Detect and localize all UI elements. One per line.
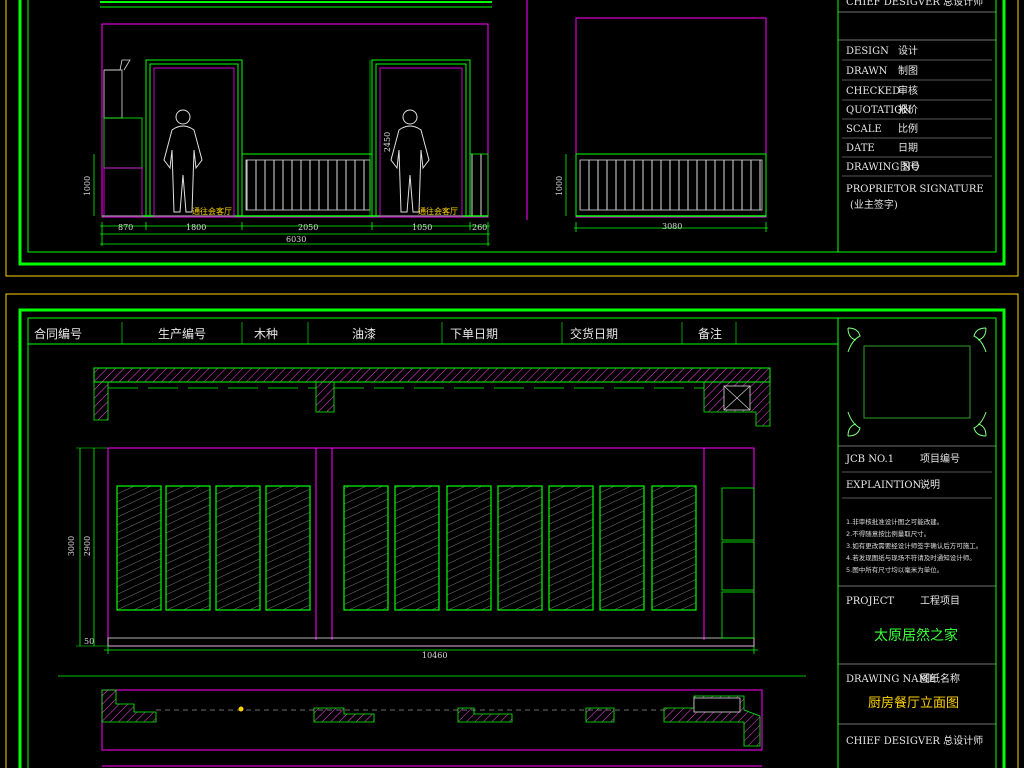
proprietor-signature-label: PROPRIETOR SIGNATURE [846,184,984,195]
header-wood-type: 木种 [254,327,279,341]
dim-2050: 2050 [298,223,319,232]
dim-1800: 1800 [186,223,207,232]
project-label: PROJECT [846,596,895,607]
project-cn-label: 工程项目 [920,596,960,607]
date-label: DATE [846,143,875,154]
chief-designer-label: CHIEF DESIGVER 总设计师 [846,0,984,8]
human-figure-icon [163,109,203,213]
explanation-label: EXPLAINTION [846,480,922,491]
dim-3080: 3080 [662,222,683,231]
dim-870: 870 [118,223,134,232]
header-production-no: 生产编号 [158,327,207,341]
dim-1050: 1050 [412,223,433,232]
note-3: 3.如有更改需要经设计师签字确认后方可施工。 [846,542,983,550]
dim-260: 260 [472,223,488,232]
door-label-right: 通往会客厅 [418,207,458,216]
human-figure-icon [390,109,430,213]
dim-2900: 2900 [83,535,93,557]
header-order-date: 下单日期 [450,327,499,341]
drawing-name-cn-label: 图纸名称 [920,674,960,685]
project-name: 太原居然之家 [874,628,958,644]
drawing-no-cn-label: 图号 [900,162,920,173]
checked-cn-label: 审核 [898,86,918,97]
door-label-left: 通往会客厅 [192,207,232,216]
design-label: DESIGN [846,46,889,57]
dim-10460: 10460 [422,651,448,660]
top-sheet [5,0,1019,277]
note-4: 4.若发现图纸与现场不符请及时通知设计师。 [846,554,976,562]
drawn-cn-label: 制图 [898,66,918,77]
note-5: 5.图中所有尺寸均以毫米为单位。 [846,566,944,574]
explanation-cn-label: 说明 [920,480,940,491]
note-1: 1.非审核批准设计图之可能改建。 [846,518,944,526]
dim-50: 50 [84,637,95,646]
job-no-cn-label: 项目编号 [920,454,960,465]
dim-1000-b: 1000 [555,175,565,197]
header-contract-no: 合同编号 [34,327,83,341]
date-cn-label: 日期 [898,143,918,154]
dim-2450: 2450 [383,131,393,153]
dim-6030: 6030 [286,235,307,244]
dim-1000: 1000 [83,175,93,197]
drawing-title: 厨房餐厅立面图 [868,696,960,711]
header-delivery-date: 交货日期 [570,327,619,341]
cabinet-panels [116,485,697,611]
proprietor-signature-cn-label: (业主签字) [850,200,898,211]
design-cn-label: 设计 [898,46,918,57]
scale-cn-label: 比例 [898,124,918,135]
quotation-cn-label: 报价 [898,105,918,116]
chief-designer-bottom-label: CHIEF DESIGVER 总设计师 [846,736,984,747]
scale-label: SCALE [846,124,882,135]
ornament-frame-icon [847,327,987,437]
header-remarks: 备注 [698,327,723,341]
note-2: 2.不得随意按比例量取尺寸。 [846,530,931,538]
dim-3000: 3000 [67,535,77,557]
job-no-label: JCB NO.1 [846,454,895,465]
header-paint: 油漆 [352,327,377,341]
checked-label: CHECKED [846,86,901,97]
drawn-label: DRAWN [846,66,888,77]
